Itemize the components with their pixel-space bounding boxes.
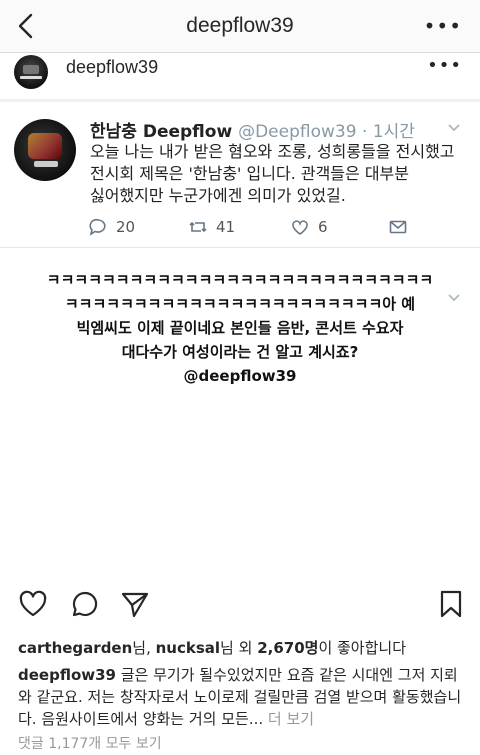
post-username[interactable]: deepflow39 <box>66 57 158 78</box>
more-options-icon[interactable]: ••• <box>424 14 462 38</box>
like-count[interactable]: 2,670명 <box>257 639 318 657</box>
caption-username[interactable]: deepflow39 <box>18 666 116 684</box>
divider <box>0 247 480 248</box>
likes-text: 이 좋아합니다 <box>318 639 407 657</box>
action-bar <box>0 585 480 625</box>
likes-text: 님, <box>132 639 156 657</box>
caption-line: 대다수가 여성이라는 건 알고 계시죠? <box>121 343 359 361</box>
heart-icon[interactable] <box>18 589 48 619</box>
envelope-icon <box>389 220 407 234</box>
tweet-text-line: 오늘 나는 내가 받은 혐오와 조롱, 성희롱들을 전시했고 <box>90 142 455 161</box>
caption-line: ㅋㅋㅋㅋㅋㅋㅋㅋㅋㅋㅋㅋㅋㅋㅋㅋㅋㅋㅋㅋㅋㅋㅋ아 예 <box>64 295 416 313</box>
tweet-author: 한남충 Deepflow @Deepflow39 · 1시간 <box>90 117 415 142</box>
post-header: deepflow39 ••• <box>0 53 480 93</box>
bookmark-icon[interactable] <box>436 589 466 619</box>
image-caption: ㅋㅋㅋㅋㅋㅋㅋㅋㅋㅋㅋㅋㅋㅋㅋㅋㅋㅋㅋㅋㅋㅋㅋㅋㅋㅋㅋㅋ ㅋㅋㅋㅋㅋㅋㅋㅋㅋㅋㅋ… <box>40 268 440 388</box>
post-caption: deepflow39 글은 무기가 될수있었지만 요즘 같은 시대엔 그저 지뢰… <box>18 664 468 730</box>
avatar[interactable] <box>14 55 48 89</box>
tweet-handle: @Deepflow39 · 1시간 <box>238 122 415 142</box>
tweet-likes: 6 <box>290 217 328 237</box>
likes-text: 님 외 <box>220 639 258 657</box>
retweet-icon <box>189 221 207 233</box>
tweet-text-line: 전시회 제목은 '한남충' 입니다. 관객들은 대부분 <box>90 164 409 183</box>
post-options-icon[interactable]: ••• <box>427 55 462 76</box>
reply-icon <box>89 218 106 236</box>
tweet-text: 오늘 나는 내가 받은 혐오와 조롱, 성희롱들을 전시했고 전시회 제목은 '… <box>90 141 460 207</box>
top-bar: deepflow39 ••• <box>0 0 480 53</box>
heart-outline-icon <box>292 220 308 235</box>
tweet-name: 한남충 Deepflow <box>90 122 233 142</box>
liker-username[interactable]: carthegarden <box>18 639 132 657</box>
chevron-down-icon <box>448 124 460 132</box>
caption-line: 빅엠씨도 이제 끝이네요 본인들 음반, 콘서트 수요자 <box>76 319 404 337</box>
likes-summary[interactable]: carthegarden님, nucksal님 외 2,670명이 좋아합니다 <box>18 637 406 658</box>
tweet-stats: 20 41 6 <box>88 217 418 241</box>
page-title: deepflow39 <box>186 14 294 37</box>
share-icon[interactable] <box>120 589 150 619</box>
chevron-down-icon <box>448 294 460 302</box>
post-image[interactable]: 한남충 Deepflow @Deepflow39 · 1시간 오늘 나는 내가 … <box>0 93 480 573</box>
tweet-text-line: 싫어했지만 누군가에겐 의미가 있었길. <box>90 186 346 205</box>
tweet-like-count: 6 <box>318 218 328 236</box>
tweet-dm <box>388 217 408 237</box>
tweet-avatar <box>14 119 76 181</box>
caption-line: ㅋㅋㅋㅋㅋㅋㅋㅋㅋㅋㅋㅋㅋㅋㅋㅋㅋㅋㅋㅋㅋㅋㅋㅋㅋㅋㅋㅋ <box>46 271 434 289</box>
more-link[interactable]: 더 보기 <box>263 710 314 728</box>
liker-username[interactable]: nucksal <box>156 639 220 657</box>
retweet-count: 41 <box>216 218 236 236</box>
comment-icon[interactable] <box>70 589 100 619</box>
view-all-comments-link[interactable]: 댓글 1,177개 모두 보기 <box>18 733 162 753</box>
reply-count: 20 <box>116 218 136 236</box>
tweet-replies: 20 <box>88 217 135 237</box>
caption-mention: @deepflow39 <box>183 367 297 385</box>
divider <box>0 99 480 102</box>
tweet-retweets: 41 <box>188 217 235 237</box>
